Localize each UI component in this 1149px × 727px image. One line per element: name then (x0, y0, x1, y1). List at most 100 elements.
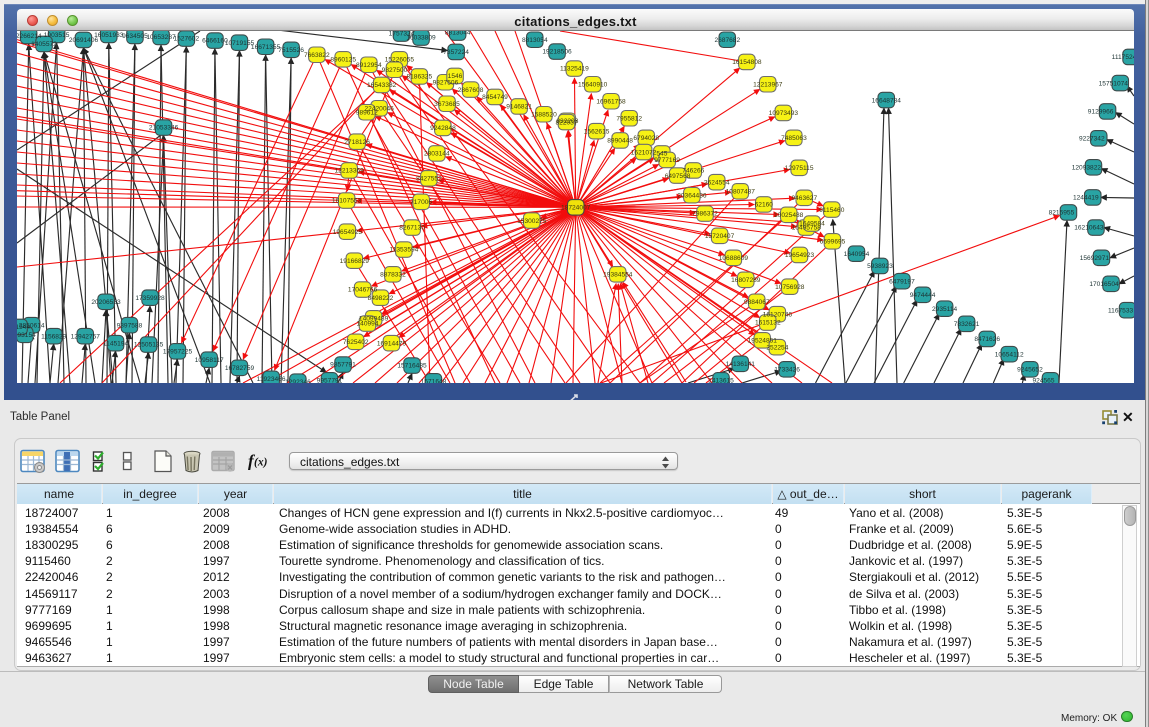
svg-text:1405572: 1405572 (31, 41, 57, 48)
svg-text:11325419: 11325419 (560, 66, 589, 73)
svg-text:17016504: 17016504 (1089, 281, 1119, 288)
svg-text:7515526: 7515526 (278, 47, 304, 54)
svg-text:16961758: 16961758 (596, 98, 626, 105)
svg-text:11353594: 11353594 (389, 247, 418, 254)
svg-text:16543382: 16543382 (367, 82, 397, 89)
svg-text:16210643: 16210643 (1074, 225, 1104, 232)
svg-text:1615132: 1615132 (755, 320, 781, 327)
svg-text:924565: 924565 (1032, 378, 1054, 384)
svg-text:1145194: 1145194 (103, 340, 129, 347)
svg-text:6699695: 6699695 (820, 239, 846, 246)
svg-text:1733426: 1733426 (774, 367, 800, 374)
svg-text:1244419: 1244419 (1073, 195, 1099, 202)
svg-text:15720407: 15720407 (705, 233, 735, 240)
svg-text:8454749: 8454749 (482, 94, 508, 101)
svg-text:8471626: 8471626 (974, 336, 1000, 343)
svg-text:8990448: 8990448 (607, 138, 633, 145)
svg-text:9827500: 9827500 (382, 67, 408, 74)
svg-text:9129966: 9129966 (1088, 109, 1114, 116)
svg-text:17046766: 17046766 (348, 287, 378, 294)
svg-text:19166829: 19166829 (340, 258, 370, 265)
svg-text:9242848: 9242848 (430, 125, 456, 132)
svg-text:16914479: 16914479 (377, 340, 407, 347)
svg-text:9227342: 9227342 (1079, 136, 1105, 143)
svg-text:1156829: 1156829 (41, 333, 67, 340)
svg-text:11923466: 11923466 (257, 376, 286, 383)
svg-text:10973493: 10973493 (769, 110, 799, 117)
svg-text:15226055: 15226055 (385, 57, 415, 64)
svg-text:1640954: 1640954 (844, 251, 870, 258)
svg-text:7663822: 7663822 (304, 52, 330, 59)
svg-text:8813044: 8813044 (445, 31, 471, 37)
svg-text:7625402: 7625402 (343, 339, 369, 346)
svg-text:2867608: 2867608 (458, 87, 484, 94)
svg-text:7357224: 7357224 (443, 49, 469, 56)
svg-text:(x): (x) (254, 457, 268, 469)
svg-text:12942757: 12942757 (71, 333, 101, 340)
svg-text:16107553: 16107553 (332, 198, 362, 205)
svg-text:16051933: 16051933 (94, 32, 124, 39)
svg-text:17957225: 17957225 (163, 349, 193, 356)
svg-text:9884067: 9884067 (744, 299, 770, 306)
svg-text:2687682: 2687682 (714, 37, 740, 44)
svg-text:1903515: 1903515 (44, 32, 70, 39)
svg-text:16807289: 16807289 (731, 277, 761, 284)
svg-text:6794028: 6794028 (633, 135, 659, 142)
svg-text:2266214: 2266214 (17, 33, 42, 40)
svg-text:9634505: 9634505 (122, 33, 148, 40)
svg-text:17359928: 17359928 (135, 295, 165, 302)
svg-text:9827506: 9827506 (433, 79, 459, 86)
svg-text:1588520: 1588520 (531, 111, 557, 118)
svg-text:717006: 717006 (410, 199, 432, 206)
svg-text:1167533: 1167533 (1108, 307, 1134, 314)
svg-text:20364436: 20364436 (677, 192, 707, 199)
svg-text:10958117: 10958117 (195, 357, 224, 364)
svg-text:16671355: 16671355 (251, 44, 281, 51)
svg-text:12505135: 12505135 (134, 342, 164, 349)
svg-text:1621072: 1621072 (631, 149, 657, 156)
svg-text:10654112: 10654112 (995, 351, 1024, 358)
svg-text:1413615: 1413615 (708, 378, 734, 384)
svg-text:15640910: 15640910 (578, 81, 608, 88)
svg-text:2718126: 2718126 (344, 139, 370, 146)
svg-text:16154808: 16154808 (732, 59, 762, 66)
svg-text:12213369: 12213369 (335, 168, 365, 175)
svg-text:9857791: 9857791 (330, 362, 356, 369)
svg-text:9777169: 9777169 (654, 157, 680, 164)
svg-text:9474444: 9474444 (910, 292, 936, 299)
svg-text:1571648: 1571648 (421, 379, 447, 384)
svg-text:19218506: 19218506 (542, 49, 572, 56)
svg-text:12213967: 12213967 (753, 81, 783, 88)
svg-text:8960125: 8960125 (330, 57, 356, 64)
svg-text:8427552: 8427552 (416, 176, 442, 183)
svg-text:15692971: 15692971 (1080, 255, 1110, 262)
svg-text:10653287: 10653287 (146, 34, 176, 41)
svg-text:10756928: 10756928 (775, 284, 805, 291)
svg-text:7832621: 7832621 (954, 321, 980, 328)
svg-text:1546: 1546 (448, 73, 463, 80)
svg-text:8186325: 8186325 (406, 74, 432, 81)
svg-text:5938923: 5938923 (867, 263, 893, 270)
svg-text:9146821: 9146821 (506, 104, 532, 111)
svg-text:1292346: 1292346 (285, 379, 311, 383)
svg-text:931544: 931544 (17, 324, 30, 331)
svg-text:8813054: 8813054 (522, 37, 548, 44)
svg-text:16033809: 16033809 (406, 35, 436, 42)
svg-text:10025488: 10025488 (774, 212, 804, 219)
svg-text:8912954: 8912954 (356, 62, 382, 69)
svg-text:993154: 993154 (17, 332, 36, 339)
svg-text:19654925: 19654925 (333, 229, 363, 236)
svg-text:9245652: 9245652 (1017, 367, 1043, 374)
svg-text:9397588: 9397588 (117, 322, 143, 329)
svg-text:19384554: 19384554 (603, 272, 633, 279)
svg-text:15751074: 15751074 (1099, 80, 1129, 87)
svg-text:3673685: 3673685 (434, 101, 460, 108)
svg-text:18724007: 18724007 (561, 205, 591, 212)
svg-text:8215955: 8215955 (1049, 210, 1075, 217)
svg-text:1562615: 1562615 (584, 128, 610, 135)
svg-text:6497568: 6497568 (665, 173, 691, 180)
svg-text:62160: 62160 (755, 202, 774, 209)
svg-text:252254: 252254 (766, 344, 788, 351)
svg-text:3624554: 3624554 (704, 179, 730, 186)
svg-text:20206533: 20206533 (91, 299, 121, 306)
